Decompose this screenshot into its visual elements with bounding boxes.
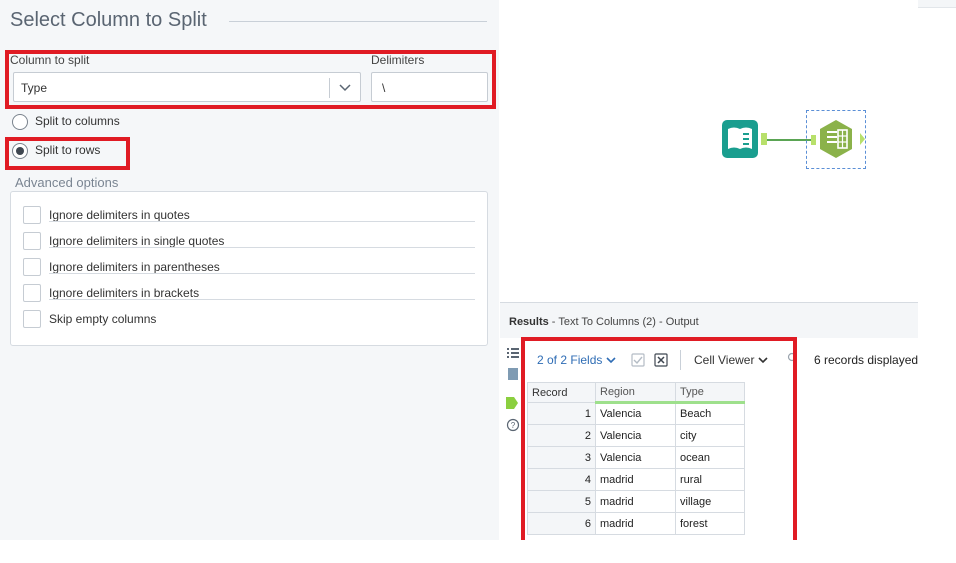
ignore-parentheses-label: Ignore delimiters in parentheses xyxy=(49,260,220,274)
option-underline xyxy=(49,273,475,274)
highlight-results xyxy=(521,337,797,555)
output-anchor-icon[interactable] xyxy=(505,396,519,410)
text-to-columns-icon[interactable] xyxy=(808,117,870,163)
ignore-brackets-label: Ignore delimiters in brackets xyxy=(49,286,200,300)
results-title-bold: Results xyxy=(509,316,549,328)
ignore-brackets-checkbox[interactable] xyxy=(23,284,41,302)
results-title-rest: - Text To Columns (2) - Output xyxy=(548,316,699,328)
ignore-parentheses-checkbox[interactable] xyxy=(23,258,41,276)
split-to-columns-label: Split to columns xyxy=(35,114,120,128)
list-icon[interactable] xyxy=(506,346,520,360)
results-header: Results - Text To Columns (2) - Output xyxy=(500,302,918,338)
results-title: Results - Text To Columns (2) - Output xyxy=(509,316,699,328)
alteryx-window: Select Column to Split Column to split D… xyxy=(0,0,956,563)
ignore-quotes-checkbox[interactable] xyxy=(23,206,41,224)
bottom-strip xyxy=(0,540,956,563)
input-anchor-icon[interactable] xyxy=(506,367,520,381)
option-underline xyxy=(49,299,475,300)
highlight-column-delimiters xyxy=(5,50,496,109)
section-title: Select Column to Split xyxy=(10,9,207,31)
option-underline xyxy=(49,247,475,248)
ignore-single-quotes-label: Ignore delimiters in single quotes xyxy=(49,234,225,248)
advanced-options-title: Advanced options xyxy=(15,175,119,190)
skip-empty-columns-checkbox[interactable] xyxy=(23,310,41,328)
highlight-split-to-rows xyxy=(5,137,130,170)
ignore-single-quotes-checkbox[interactable] xyxy=(23,232,41,250)
split-to-columns-radio[interactable] xyxy=(12,114,28,130)
ignore-quotes-label: Ignore delimiters in quotes xyxy=(49,208,190,222)
records-displayed: 6 records displayed xyxy=(814,353,919,367)
advanced-options-box: Ignore delimiters in quotes Ignore delim… xyxy=(10,191,488,346)
svg-text:?: ? xyxy=(511,421,516,430)
skip-empty-columns-label: Skip empty columns xyxy=(49,312,157,326)
section-divider xyxy=(229,21,487,22)
option-underline xyxy=(49,221,475,222)
help-icon[interactable]: ? xyxy=(506,418,520,432)
book-input-icon[interactable] xyxy=(720,119,768,161)
